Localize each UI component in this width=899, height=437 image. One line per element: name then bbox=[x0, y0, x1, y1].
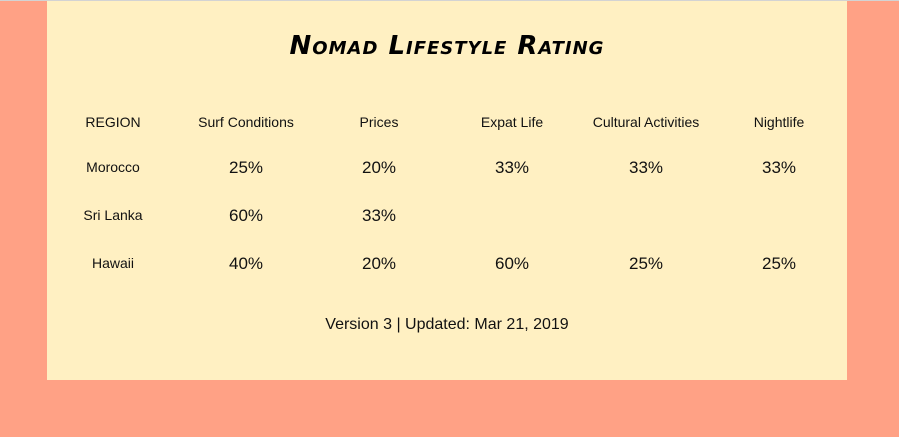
table-cell: 33% bbox=[628, 158, 664, 177]
table-cell: 33% bbox=[761, 158, 797, 177]
column-header-cultural-activities: Cultural Activities bbox=[592, 114, 700, 130]
table-cell: 40% bbox=[228, 254, 264, 273]
table-cell: 25% bbox=[628, 254, 664, 273]
row-label-morocco: Morocco bbox=[86, 159, 140, 175]
column-header-nightlife: Nightlife bbox=[753, 114, 805, 130]
table-cell: 25% bbox=[228, 158, 264, 177]
table-cell: 33% bbox=[494, 158, 530, 177]
table-cell: 20% bbox=[361, 158, 397, 177]
rating-card: Nomad Lifestyle Rating REGION Surf Condi… bbox=[47, 1, 847, 380]
table-cell: 60% bbox=[228, 206, 264, 225]
table-cell: 20% bbox=[361, 254, 397, 273]
table-cell: 60% bbox=[494, 254, 530, 273]
table-cell: 25% bbox=[761, 254, 797, 273]
version-footer: Version 3 | Updated: Mar 21, 2019 bbox=[325, 316, 569, 333]
column-header-expat-life: Expat Life bbox=[480, 114, 544, 130]
row-label-hawaii: Hawaii bbox=[91, 255, 134, 271]
row-label-sri-lanka: Sri Lanka bbox=[83, 207, 143, 223]
table-cell: 33% bbox=[361, 206, 397, 225]
column-header-region: REGION bbox=[85, 114, 141, 130]
column-header-surf-conditions: Surf Conditions bbox=[198, 114, 294, 130]
column-header-prices: Prices bbox=[359, 114, 399, 130]
